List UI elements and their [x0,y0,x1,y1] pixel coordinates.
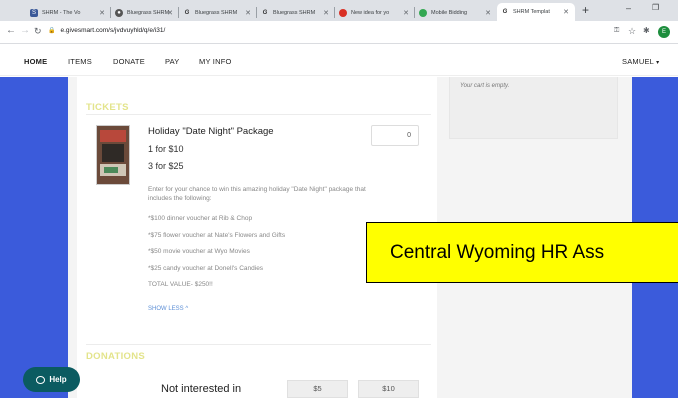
shrm-favicon-icon: S [30,8,38,17]
red-favicon-icon [339,8,347,17]
help-button[interactable]: Help [23,367,80,392]
show-less-label: SHOW LESS [148,306,184,312]
cart-box: Your cart is empty. [449,77,618,139]
globe-favicon-icon: ● [115,8,123,17]
browser-tab[interactable]: G Bluegrass SHRM ✕ [179,4,257,21]
cart-empty-text: Your cart is empty. [460,83,510,89]
divider [86,344,431,345]
tab-label: SHRM Templat [513,9,550,15]
browser-tab[interactable]: S SHRM - The Vo ✕ [26,4,111,21]
reload-icon[interactable]: ↻ [34,26,42,37]
show-less-link[interactable]: SHOW LESS ^ [148,306,188,312]
nav-my-info[interactable]: MY INFO [199,57,232,66]
close-tab-icon[interactable]: ✕ [99,9,105,17]
g-favicon-icon: G [502,9,508,15]
tab-label: SHRM - The Vo [42,9,81,16]
profile-avatar[interactable]: E [658,26,670,38]
extensions-icon[interactable]: ✱ [643,26,650,35]
divider [86,114,431,115]
close-tab-icon[interactable]: ✕ [323,9,329,17]
leaf-favicon-icon [419,8,427,17]
donate-10-button[interactable]: $10 [358,380,419,398]
chat-bubble-icon [36,375,46,384]
minimize-icon[interactable]: – [626,3,631,13]
nav-home[interactable]: HOME [24,57,47,66]
forward-icon[interactable]: → [20,25,30,36]
tab-label: Mobile Bidding [431,9,468,16]
chevron-up-icon: ^ [185,306,189,312]
nav-donate[interactable]: DONATE [113,57,145,66]
url-text: e.givesmart.com/s/jvdvuyhld/q/e/i31/ [60,27,166,34]
lock-icon: 🔒 [48,28,56,34]
item-description-line: *$100 dinner voucher at Rib & Chop [148,215,253,222]
not-interested-text: Not interested in [161,383,242,395]
key-icon[interactable]: ⚿ [614,27,619,35]
thumb-shape [100,130,126,142]
thumb-shape [102,144,124,162]
thumb-shape [104,167,118,173]
back-icon[interactable]: ← [6,25,16,36]
tab-label: Bluegrass SHRM [127,9,170,16]
item-thumbnail[interactable] [96,125,130,185]
donations-section-title: DONATIONS [86,351,145,362]
browser-tab-active[interactable]: G SHRM Templat ✕ [497,3,575,21]
g-favicon-icon: G [184,9,190,16]
browser-tab[interactable]: ● Bluegrass SHRM ✕ [111,4,179,21]
nav-items[interactable]: ITEMS [68,57,92,66]
user-name: SAMUEL [622,57,654,66]
maximize-icon[interactable]: ❐ [652,3,659,12]
browser-tab[interactable]: New idea for yo ✕ [335,4,415,21]
user-menu[interactable]: SAMUEL ▾ [622,57,659,66]
quantity-input[interactable]: 0 [371,125,419,146]
star-icon[interactable]: ☆ [628,26,636,37]
left-blue-margin [0,77,68,398]
overlay-banner: Central Wyoming HR Ass [366,222,678,283]
help-label: Help [49,375,67,384]
nav-pay[interactable]: PAY [165,57,180,66]
item-description-line: *$50 movie voucher at Wyo Movies [148,248,250,255]
item-price-1: 1 for $10 [148,144,184,154]
tickets-section-title: TICKETS [86,102,129,113]
chevron-down-icon: ▾ [656,60,660,66]
tab-label: Bluegrass SHRM [195,9,238,16]
url-field[interactable]: 🔒 e.givesmart.com/s/jvdvuyhld/q/e/i31/ [48,27,165,34]
close-tab-icon[interactable]: ✕ [167,9,173,17]
item-description-line: *$75 flower voucher at Nate's Flowers an… [148,232,286,239]
donate-5-button[interactable]: $5 [287,380,348,398]
tab-label: New idea for yo [351,9,390,16]
item-title[interactable]: Holiday "Date Night" Package [148,126,274,137]
item-price-2: 3 for $25 [148,161,184,171]
close-tab-icon[interactable]: ✕ [245,9,251,17]
item-description-line: *$25 candy voucher at Donell's Candies [148,265,264,272]
address-bar: ← → ↻ 🔒 e.givesmart.com/s/jvdvuyhld/q/e/… [0,21,678,44]
close-tab-icon[interactable]: ✕ [403,9,409,17]
g-favicon-icon: G [262,9,268,16]
browser-tab[interactable]: G Bluegrass SHRM ✕ [257,4,335,21]
close-tab-icon[interactable]: ✕ [563,8,569,16]
item-description-line: TOTAL VALUE- $250!! [148,281,213,288]
close-tab-icon[interactable]: ✕ [485,9,491,17]
browser-tab-strip: S SHRM - The Vo ✕ ● Bluegrass SHRM ✕ G B… [0,0,678,21]
new-tab-icon[interactable]: + [582,3,589,17]
browser-tab[interactable]: Mobile Bidding ✕ [415,4,497,21]
site-nav: HOME ITEMS DONATE PAY MY INFO SAMUEL ▾ [0,48,678,76]
item-description: Enter for your chance to win this amazin… [148,186,366,202]
tab-label: Bluegrass SHRM [273,9,316,16]
